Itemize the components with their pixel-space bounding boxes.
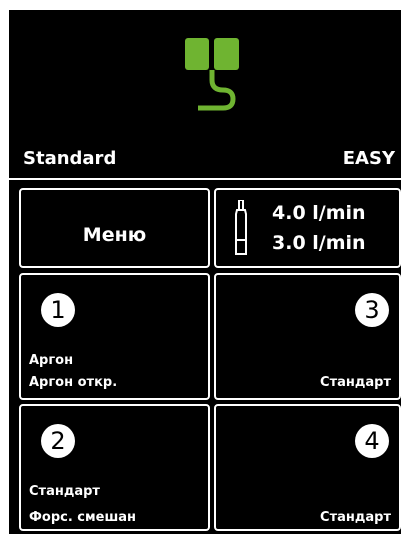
job-number-1: 1 [41, 293, 75, 327]
mode-bar: Standard EASY [9, 146, 401, 180]
device-screen: Standard EASY Меню 4.0 l/min 3.0 l/min 1… [9, 10, 401, 534]
job-button-1[interactable]: 1 Аргон Аргон откр. [19, 273, 210, 400]
job-2-line-2: Форс. смешан [29, 510, 137, 525]
menu-button[interactable]: Меню [19, 188, 210, 268]
mode-label: Standard [23, 148, 117, 169]
job-number-3: 3 [355, 293, 389, 327]
gas-flow-value-2: 3.0 l/min [272, 232, 366, 254]
torch-logo-icon [185, 38, 239, 111]
job-4-line-2: Стандарт [320, 510, 391, 525]
job-number-4: 4 [355, 424, 389, 458]
gas-flow-value-1: 4.0 l/min [272, 202, 366, 224]
job-button-4[interactable]: 4 Стандарт [214, 404, 401, 531]
job-number-2: 2 [41, 424, 75, 458]
menu-button-label: Меню [82, 224, 147, 246]
program-label: EASY [342, 148, 395, 169]
job-button-2[interactable]: 2 Стандарт Форс. смешан [19, 404, 210, 531]
job-1-line-1: Аргон [29, 353, 74, 368]
job-2-line-1: Стандарт [29, 484, 100, 499]
gas-bottle-icon [235, 200, 247, 255]
gas-flow-button[interactable]: 4.0 l/min 3.0 l/min [214, 188, 401, 268]
job-1-line-2: Аргон откр. [29, 375, 118, 390]
job-button-3[interactable]: 3 Стандарт [214, 273, 401, 400]
job-3-line-2: Стандарт [320, 375, 391, 390]
